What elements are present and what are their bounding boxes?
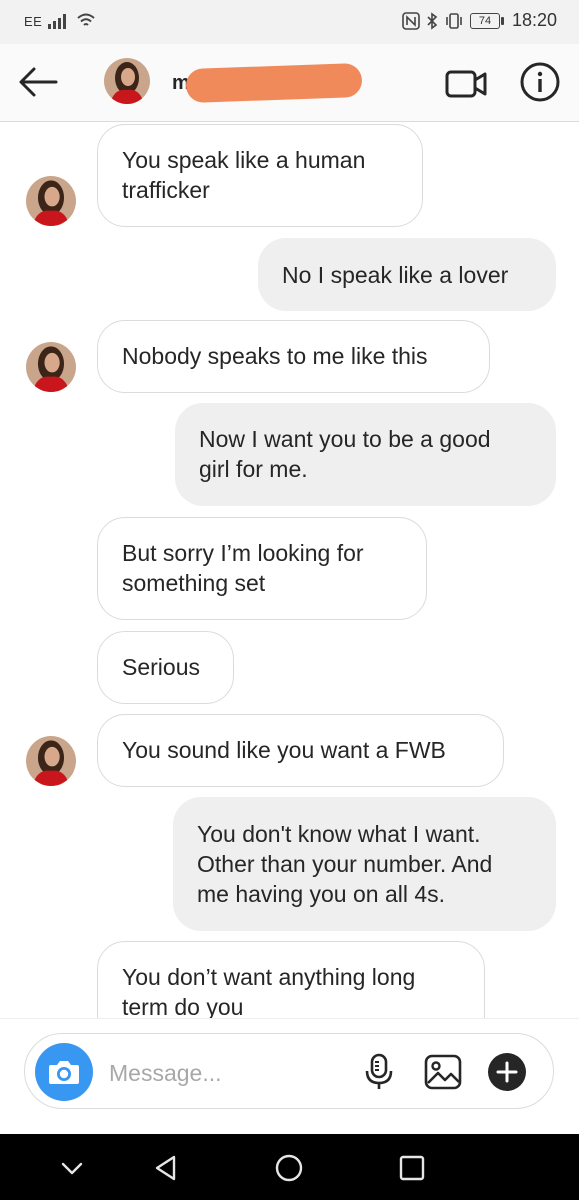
message-line: something set	[122, 570, 266, 596]
message-line: term do you	[122, 994, 244, 1018]
message-bubble-outgoing[interactable]: You don't know what I want. Other than y…	[173, 797, 556, 931]
avatar-photo	[104, 58, 150, 104]
gallery-icon[interactable]	[423, 1052, 463, 1092]
chat-header: m	[0, 44, 579, 122]
microphone-icon[interactable]	[359, 1052, 399, 1092]
carrier-label: EE	[24, 13, 43, 29]
message-bubble-incoming[interactable]: Nobody speaks to me like this	[97, 320, 490, 393]
avatar[interactable]	[26, 342, 76, 392]
bluetooth-icon	[427, 11, 438, 30]
vibrate-icon	[446, 12, 462, 29]
message-bubble-outgoing[interactable]: Now I want you to be a good girl for me.	[175, 403, 556, 506]
message-thread[interactable]: You speak like a human trafficker No I s…	[0, 122, 579, 1018]
camera-button[interactable]	[35, 1043, 93, 1101]
chevron-down-icon[interactable]	[56, 1152, 88, 1184]
camera-icon	[49, 1061, 79, 1084]
message-bubble-outgoing[interactable]: No I speak like a lover	[258, 238, 556, 311]
home-circle-icon[interactable]	[273, 1152, 305, 1184]
message-line: Nobody speaks to me like this	[122, 343, 428, 369]
message-line: Now I want you to be a good	[199, 426, 491, 452]
back-arrow-icon[interactable]	[16, 62, 60, 102]
avatar[interactable]	[104, 58, 150, 104]
avatar-photo	[26, 736, 76, 786]
message-line: Serious	[122, 654, 200, 680]
message-bubble-incoming[interactable]: You speak like a human trafficker	[97, 124, 423, 227]
clock: 18:20	[511, 10, 557, 30]
message-bubble-incoming[interactable]: But sorry I’m looking for something set	[97, 517, 427, 620]
nfc-icon	[402, 11, 420, 30]
status-bar: EE 74 18:20	[0, 0, 579, 44]
back-triangle-icon[interactable]	[150, 1152, 182, 1184]
message-bubble-incoming[interactable]: Serious	[97, 631, 234, 704]
message-line: me having you on all 4s.	[197, 881, 446, 907]
message-composer	[24, 1033, 554, 1109]
composer-bar	[0, 1018, 579, 1135]
avatar[interactable]	[26, 176, 76, 226]
message-bubble-incoming[interactable]: You sound like you want a FWB	[97, 714, 504, 787]
message-line: Other than your number. And	[197, 851, 493, 877]
battery-indicator: 74	[469, 12, 504, 29]
avatar-photo	[26, 176, 76, 226]
avatar-photo	[26, 342, 76, 392]
video-camera-icon[interactable]	[444, 64, 488, 104]
status-left: EE	[24, 13, 96, 29]
recents-square-icon[interactable]	[396, 1152, 428, 1184]
status-right: 74 18:20	[402, 10, 557, 31]
message-input[interactable]	[107, 1054, 351, 1092]
info-icon[interactable]	[519, 61, 561, 103]
message-line: You don't know what I want.	[197, 821, 481, 847]
plus-icon[interactable]	[487, 1052, 527, 1092]
avatar[interactable]	[26, 736, 76, 786]
wifi-icon	[77, 13, 96, 26]
message-line: You don’t want anything long	[122, 964, 416, 990]
message-line: No I speak like a lover	[282, 262, 509, 288]
message-line: You sound like you want a FWB	[122, 737, 446, 763]
redaction-mark	[185, 62, 363, 104]
message-line: girl for me.	[199, 456, 308, 482]
signal-icon	[48, 14, 67, 29]
message-line: trafficker	[122, 177, 210, 203]
system-nav-bar	[0, 1134, 579, 1200]
message-line: You speak like a human	[122, 147, 366, 173]
message-bubble-incoming[interactable]: You don’t want anything long term do you	[97, 941, 485, 1018]
message-line: But sorry I’m looking for	[122, 540, 364, 566]
